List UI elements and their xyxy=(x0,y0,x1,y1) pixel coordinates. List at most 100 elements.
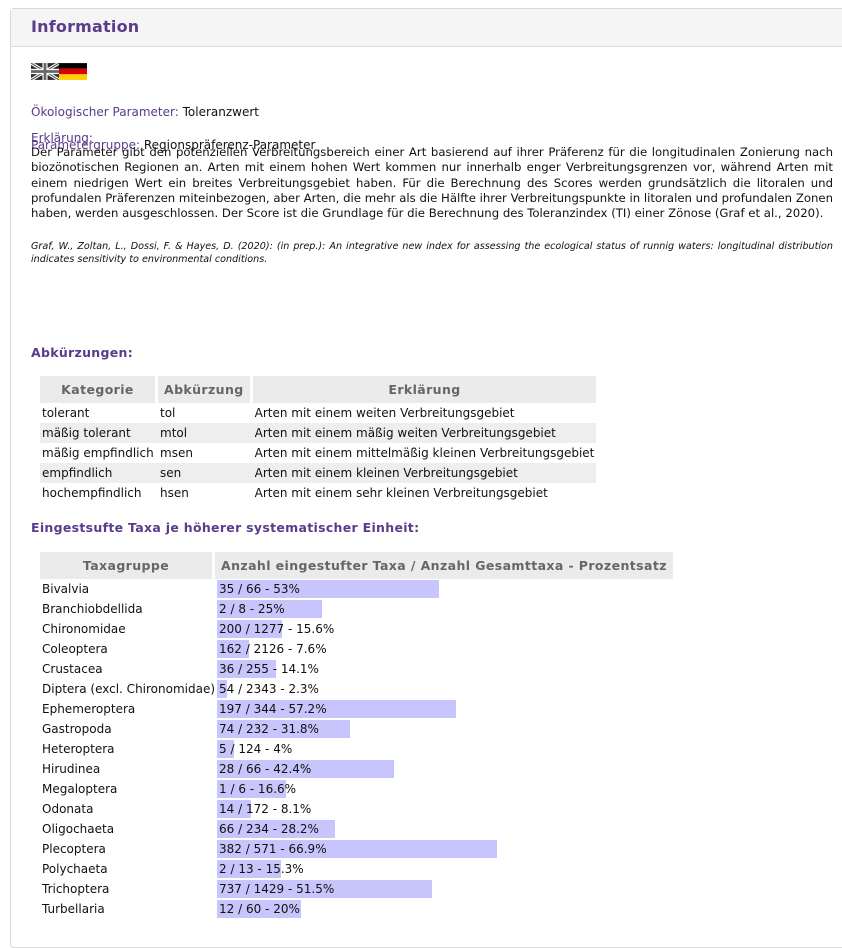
column-header: Anzahl eingestufter Taxa / Anzahl Gesamt… xyxy=(215,552,673,579)
table-row: Diptera (excl. Chironomidae) 54 / 2343 - … xyxy=(40,679,673,699)
taxa-ratio-cell: 74 / 232 - 31.8% xyxy=(215,719,673,739)
taxa-group-cell: Heteroptera xyxy=(42,742,115,756)
taxa-ratio-label: 382 / 571 - 66.9% xyxy=(219,842,327,856)
table-row: Heteroptera 5 / 124 - 4% xyxy=(40,739,673,759)
taxa-group-cell: Trichoptera xyxy=(42,882,110,896)
taxa-group-cell: Odonata xyxy=(42,802,94,816)
explanation-cell: Arten mit einem weiten Verbreitungsgebie… xyxy=(254,406,515,420)
table-row: Turbellaria 12 / 60 - 20% xyxy=(40,899,673,919)
taxa-ratio-label: 66 / 234 - 28.2% xyxy=(219,822,319,836)
taxa-header-row: Taxagruppe Anzahl eingestufter Taxa / An… xyxy=(40,552,673,579)
taxa-ratio-cell: 14 / 172 - 8.1% xyxy=(215,799,673,819)
explanation-cell: Arten mit einem mittelmäßig kleinen Verb… xyxy=(254,446,595,460)
table-row: Polychaeta 2 / 13 - 15.3% xyxy=(40,859,673,879)
column-header: Taxagruppe xyxy=(40,552,216,579)
taxa-ratio-label: 54 / 2343 - 2.3% xyxy=(219,682,319,696)
information-panel: Information Ökologischer Parameter: Tole… xyxy=(10,8,842,948)
explanation-cell: Arten mit einem kleinen Verbreitungsgebi… xyxy=(252,463,597,483)
column-header: Kategorie xyxy=(40,376,158,403)
taxa-group-cell: Turbellaria xyxy=(42,902,105,916)
category-cell: empfindlich xyxy=(40,463,158,483)
category-cell: tolerant xyxy=(42,406,90,420)
table-row: Odonata 14 / 172 - 8.1% xyxy=(40,799,673,819)
taxa-ratio-label: 200 / 1277 - 15.6% xyxy=(219,622,335,636)
abbreviation-cell: sen xyxy=(158,463,253,483)
abbreviations-table: Kategorie Abkürzung Erklärung tolerant t… xyxy=(40,376,597,503)
uk-flag-icon[interactable] xyxy=(30,61,60,82)
taxa-ratio-cell: 1 / 6 - 16.6% xyxy=(215,779,673,799)
abbreviation-cell: hsen xyxy=(160,486,189,500)
taxa-group-cell: Oligochaeta xyxy=(42,822,115,836)
taxa-group-cell: Ephemeroptera xyxy=(42,702,136,716)
taxa-ratio-label: 737 / 1429 - 51.5% xyxy=(219,882,335,896)
taxa-ratio-cell: 2 / 13 - 15.3% xyxy=(215,859,673,879)
citation-text: Graf, W., Zoltan, L., Dossi, F. & Hayes,… xyxy=(31,241,833,265)
explanation-cell: Arten mit einem mäßig weiten Verbreitung… xyxy=(252,423,597,443)
taxa-ratio-label: 74 / 232 - 31.8% xyxy=(219,722,319,736)
german-flag-icon[interactable] xyxy=(59,63,87,80)
taxa-ratio-cell: 54 / 2343 - 2.3% xyxy=(215,679,673,699)
column-header: Erklärung xyxy=(252,376,597,403)
taxa-ratio-label: 162 / 2126 - 7.6% xyxy=(219,642,327,656)
table-row: Branchiobdellida 2 / 8 - 25% xyxy=(40,599,673,619)
language-switcher xyxy=(30,61,87,82)
taxa-ratio-cell: 162 / 2126 - 7.6% xyxy=(215,639,673,659)
explanation-cell: Arten mit einem sehr kleinen Verbreitung… xyxy=(254,486,548,500)
taxa-ratio-label: 35 / 66 - 53% xyxy=(219,582,300,596)
abbreviation-cell: tol xyxy=(160,406,176,420)
taxa-group-cell: Polychaeta xyxy=(42,862,108,876)
abbreviations-title: Abkürzungen: xyxy=(31,345,133,360)
table-row: Ephemeroptera 197 / 344 - 57.2% xyxy=(40,699,673,719)
taxa-ratio-label: 28 / 66 - 42.4% xyxy=(219,762,312,776)
abbreviation-cell: mtol xyxy=(158,423,253,443)
table-row: empfindlich sen Arten mit einem kleinen … xyxy=(40,463,597,483)
table-row: Oligochaeta 66 / 234 - 28.2% xyxy=(40,819,673,839)
abbreviation-cell: msen xyxy=(160,446,193,460)
table-row: Trichoptera 737 / 1429 - 51.5% xyxy=(40,879,673,899)
taxa-ratio-cell: 12 / 60 - 20% xyxy=(215,899,673,919)
taxa-group-cell: Crustacea xyxy=(42,662,103,676)
table-row: Bivalvia 35 / 66 - 53% xyxy=(40,579,673,599)
taxa-group-cell: Gastropoda xyxy=(42,722,112,736)
table-row: Megaloptera 1 / 6 - 16.6% xyxy=(40,779,673,799)
taxa-ratio-label: 2 / 13 - 15.3% xyxy=(219,862,304,876)
explanation-label: Erklärung: xyxy=(31,131,93,145)
taxa-ratio-label: 36 / 255 - 14.1% xyxy=(219,662,319,676)
table-row: Crustacea 36 / 255 - 14.1% xyxy=(40,659,673,679)
category-cell: mäßig empfindlich xyxy=(42,446,154,460)
taxa-ratio-cell: 66 / 234 - 28.2% xyxy=(215,819,673,839)
table-row: Coleoptera 162 / 2126 - 7.6% xyxy=(40,639,673,659)
table-row: Plecoptera 382 / 571 - 66.9% xyxy=(40,839,673,859)
taxa-ratio-label: 2 / 8 - 25% xyxy=(219,602,285,616)
table-row: tolerant tol Arten mit einem weiten Verb… xyxy=(40,403,596,423)
taxa-table: Taxagruppe Anzahl eingestufter Taxa / An… xyxy=(40,552,673,919)
taxa-group-cell: Hirudinea xyxy=(42,762,101,776)
taxa-ratio-cell: 382 / 571 - 66.9% xyxy=(215,839,673,859)
taxa-ratio-cell: 36 / 255 - 14.1% xyxy=(215,659,673,679)
table-row: Chironomidae 200 / 1277 - 15.6% xyxy=(40,619,673,639)
table-row: mäßig empfindlich msen Arten mit einem m… xyxy=(40,443,596,463)
taxa-group-cell: Diptera (excl. Chironomidae) xyxy=(42,682,216,696)
parameter-line: Ökologischer Parameter: Toleranzwert xyxy=(31,105,259,119)
taxa-group-cell: Plecoptera xyxy=(42,842,106,856)
table-row: hochempfindlich hsen Arten mit einem seh… xyxy=(40,483,596,503)
category-cell: mäßig tolerant xyxy=(40,423,158,443)
taxa-group-cell: Bivalvia xyxy=(42,582,90,596)
taxa-ratio-cell: 2 / 8 - 25% xyxy=(215,599,673,619)
taxa-group-cell: Chironomidae xyxy=(42,622,126,636)
column-header: Abkürzung xyxy=(158,376,253,403)
taxa-ratio-cell: 28 / 66 - 42.4% xyxy=(215,759,673,779)
taxa-ratio-label: 12 / 60 - 20% xyxy=(219,902,300,916)
table-row: Hirudinea 28 / 66 - 42.4% xyxy=(40,759,673,779)
taxa-ratio-label: 5 / 124 - 4% xyxy=(219,742,293,756)
table-row: mäßig tolerant mtol Arten mit einem mäßi… xyxy=(40,423,597,443)
taxa-group-cell: Coleoptera xyxy=(42,642,108,656)
taxa-ratio-cell: 200 / 1277 - 15.6% xyxy=(215,619,673,639)
taxa-ratio-cell: 737 / 1429 - 51.5% xyxy=(215,879,673,899)
taxa-ratio-label: 14 / 172 - 8.1% xyxy=(219,802,312,816)
abbreviations-header-row: Kategorie Abkürzung Erklärung xyxy=(40,376,597,403)
taxa-ratio-label: 197 / 344 - 57.2% xyxy=(219,702,327,716)
taxa-group-cell: Branchiobdellida xyxy=(42,602,143,616)
taxa-rows: Bivalvia 35 / 66 - 53% Branchiobdellida 2 /… xyxy=(40,579,673,919)
taxa-ratio-cell: 5 / 124 - 4% xyxy=(215,739,673,759)
